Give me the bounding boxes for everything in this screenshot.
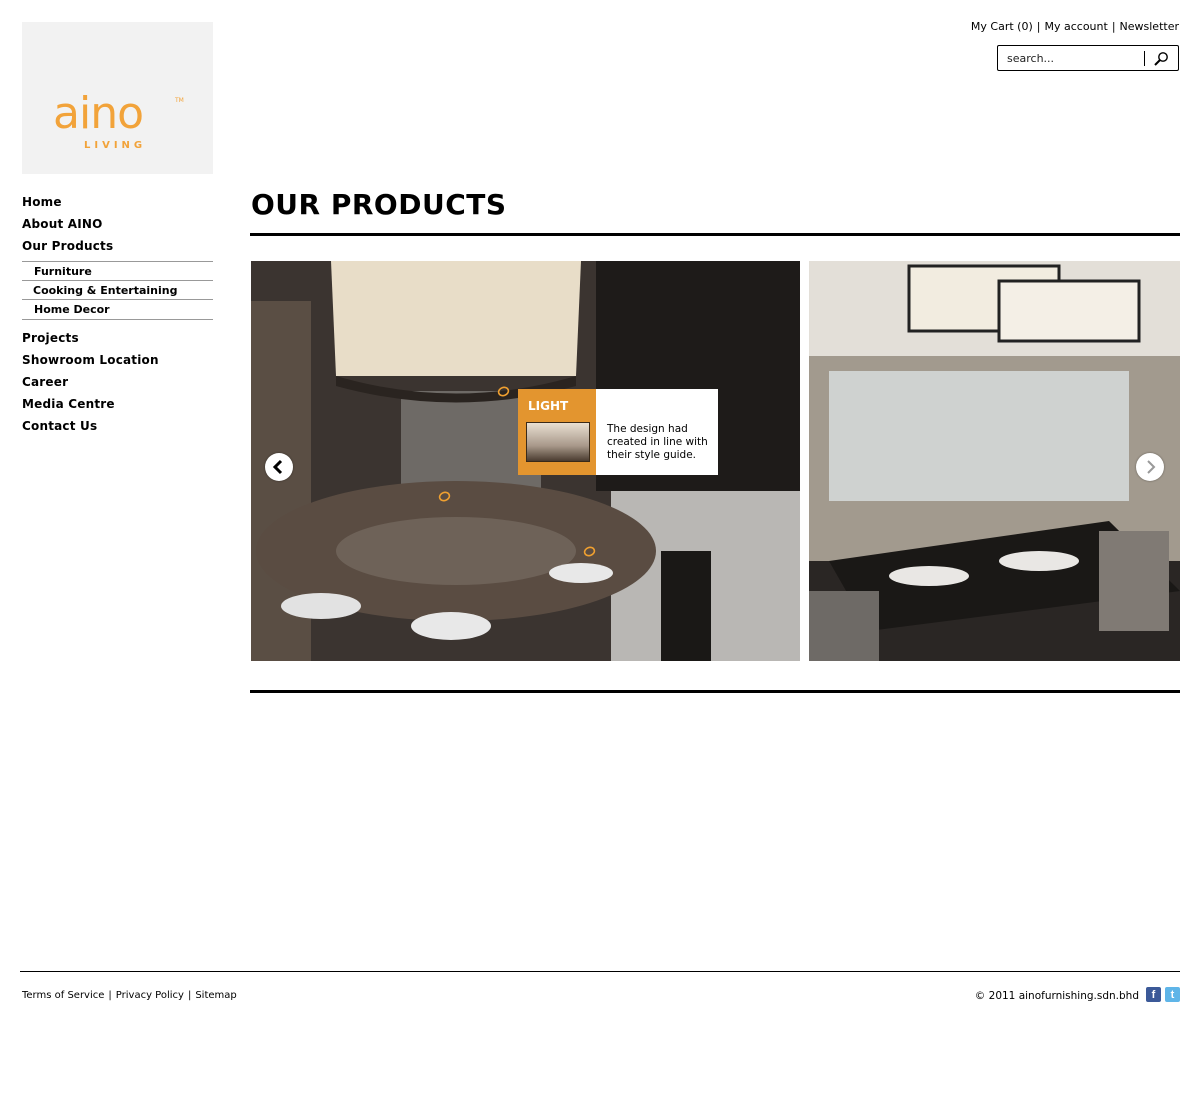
popup-label-panel: LIGHT <box>518 389 596 475</box>
product-hotspot-icon[interactable] <box>583 546 596 557</box>
sidebar-item-career[interactable]: Career <box>22 373 213 395</box>
newsletter-link[interactable]: Newsletter <box>1120 20 1179 33</box>
search-box <box>997 45 1179 71</box>
separator: | <box>187 990 192 1001</box>
terms-of-service-link[interactable]: Terms of Service <box>22 990 104 1001</box>
sidebar-subitem-furniture[interactable]: Furniture <box>22 262 213 281</box>
logo[interactable]: aino TM LIVING <box>22 22 213 174</box>
dining-table-photo <box>809 261 1180 661</box>
sidebar-item-our-products[interactable]: Our Products <box>22 237 213 259</box>
sitemap-link[interactable]: Sitemap <box>195 990 236 1001</box>
search-icon <box>1154 52 1168 66</box>
search-input[interactable] <box>1007 50 1142 67</box>
my-account-link[interactable]: My account <box>1044 20 1107 33</box>
slider-next-button[interactable] <box>1136 453 1164 481</box>
my-cart-link[interactable]: My Cart (0) <box>971 20 1033 33</box>
title-divider <box>250 233 1180 236</box>
copyright-text: © 2011 ainofurnishing.sdn.bhd <box>974 990 1139 1002</box>
logo-subtitle: LIVING <box>84 140 147 151</box>
page-title: OUR PRODUCTS <box>251 188 507 221</box>
separator: | <box>1111 20 1116 33</box>
separator: | <box>108 990 112 1001</box>
footer-divider <box>20 971 1180 972</box>
search-divider <box>1144 51 1145 66</box>
logo-wordmark: aino <box>53 88 144 139</box>
chevron-right-icon <box>1147 460 1156 474</box>
facebook-icon[interactable]: f <box>1146 987 1161 1002</box>
twitter-glyph: t <box>1170 989 1175 1001</box>
chevron-left-icon <box>272 459 283 475</box>
privacy-policy-link[interactable]: Privacy Policy <box>116 990 184 1001</box>
sidebar-item-projects[interactable]: Projects <box>22 329 213 351</box>
sidebar-item-showroom-location[interactable]: Showroom Location <box>22 351 213 373</box>
popup-description: The design had created in line with thei… <box>607 423 708 461</box>
sidebar-subnav: Furniture Cooking & Entertaining Home De… <box>22 261 213 320</box>
product-slide-dining-table[interactable] <box>809 261 1180 661</box>
search-button[interactable] <box>1150 49 1172 68</box>
sidebar-item-contact-us[interactable]: Contact Us <box>22 417 213 439</box>
sidebar-subitem-cooking-entertaining[interactable]: Cooking & Entertaining <box>22 281 213 300</box>
twitter-icon[interactable]: t <box>1165 987 1180 1002</box>
popup-thumbnail <box>526 422 590 462</box>
product-popup[interactable]: LIGHT The design had created in line wit… <box>518 389 718 475</box>
sidebar-subitem-home-decor[interactable]: Home Decor <box>22 300 213 319</box>
utility-links: My Cart (0) | My account | Newsletter <box>971 20 1179 33</box>
product-hotspot-icon[interactable] <box>497 386 510 397</box>
product-hotspot-icon[interactable] <box>438 491 451 502</box>
sidebar-item-about-aino[interactable]: About AINO <box>22 215 213 237</box>
slider-prev-button[interactable] <box>265 453 293 481</box>
facebook-glyph: f <box>1151 989 1156 1001</box>
slider-bottom-divider <box>250 690 1180 693</box>
sidebar-item-home[interactable]: Home <box>22 193 213 215</box>
footer-links: Terms of Service | Privacy Policy | Sitemap <box>22 990 237 1001</box>
popup-title: LIGHT <box>528 399 569 413</box>
sidebar-item-media-centre[interactable]: Media Centre <box>22 395 213 417</box>
sidebar-nav: Home About AINO Our Products Furniture C… <box>22 193 213 439</box>
separator: | <box>1036 20 1041 33</box>
logo-trademark: TM <box>175 97 184 104</box>
